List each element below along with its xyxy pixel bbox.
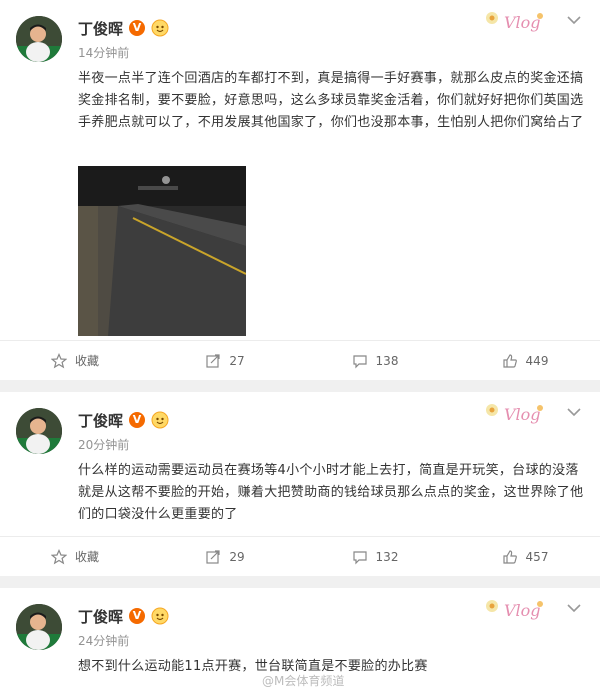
star-icon: [50, 352, 67, 368]
verified-icon: V: [129, 608, 146, 624]
name-row: 丁俊晖 V: [78, 604, 169, 628]
vlog-sticker-icon: Vlog: [486, 600, 543, 620]
like-button[interactable]: 457: [450, 549, 600, 565]
watermark-text: @M会体育频道: [262, 674, 345, 688]
repost-button[interactable]: 27: [150, 353, 300, 369]
comment-count: 132: [375, 549, 399, 564]
chevron-down-icon[interactable]: [566, 14, 582, 26]
post-actions: 收藏 29 132 457: [0, 536, 600, 576]
comment-button[interactable]: 138: [300, 353, 450, 369]
favorite-button[interactable]: 收藏: [0, 548, 150, 565]
fan-badge-icon: [151, 411, 169, 429]
watermark: @M会体育频道: [262, 672, 344, 689]
post-time: 20分钟前: [78, 438, 130, 452]
favorite-label: 收藏: [74, 354, 99, 368]
svg-text:Vlog: Vlog: [504, 13, 541, 32]
post-text: 什么样的运动需要运动员在赛场等4小个小时才能上去打，简直是开玩笑，台球的没落就是…: [78, 463, 584, 522]
comment-count: 138: [375, 353, 399, 368]
post-image[interactable]: [78, 166, 246, 336]
repost-count: 27: [229, 353, 245, 368]
name-row: 丁俊晖 V: [78, 408, 169, 432]
post-card: 丁俊晖 V 14分钟前 Vlog 半夜一点半了连个回酒店的车都打不到，真是搞得一…: [0, 0, 600, 380]
repost-count: 29: [229, 549, 245, 564]
like-icon: [502, 549, 517, 564]
svg-text:Vlog: Vlog: [504, 601, 541, 620]
vlog-sticker-icon: Vlog: [486, 404, 543, 424]
fan-badge-icon: [151, 19, 169, 37]
comment-button[interactable]: 132: [300, 549, 450, 565]
avatar[interactable]: [16, 604, 62, 650]
post-text: 半夜一点半了连个回酒店的车都打不到，真是搞得一手好赛事，就那么皮点的奖金还搞奖金…: [78, 71, 584, 130]
comment-icon: [352, 354, 367, 368]
like-count: 449: [525, 353, 549, 368]
post-actions: 收藏 27 138 449: [0, 340, 600, 380]
name-row: 丁俊晖 V: [78, 16, 169, 40]
username[interactable]: 丁俊晖: [78, 18, 123, 39]
svg-text:Vlog: Vlog: [504, 405, 541, 424]
repost-button[interactable]: 29: [150, 549, 300, 565]
avatar[interactable]: [16, 408, 62, 454]
fan-badge-icon: [151, 607, 169, 625]
chevron-down-icon[interactable]: [566, 602, 582, 614]
weibo-feed: 丁俊晖 V 14分钟前 Vlog 半夜一点半了连个回酒店的车都打不到，真是搞得一…: [0, 0, 600, 696]
username[interactable]: 丁俊晖: [78, 606, 123, 627]
post-time: 14分钟前: [78, 46, 130, 60]
post-time: 24分钟前: [78, 634, 130, 648]
like-icon: [502, 353, 517, 368]
verified-icon: V: [129, 412, 146, 428]
comment-icon: [352, 550, 367, 564]
like-count: 457: [525, 549, 549, 564]
repost-icon: [206, 549, 220, 564]
post-card: 丁俊晖 V 20分钟前 Vlog 什么样的运动需要运动员在赛场等4小个小时才能上…: [0, 392, 600, 576]
repost-icon: [206, 353, 220, 368]
verified-icon: V: [129, 20, 146, 36]
chevron-down-icon[interactable]: [566, 406, 582, 418]
vlog-sticker-icon: Vlog: [486, 12, 543, 32]
favorite-button[interactable]: 收藏: [0, 352, 150, 369]
avatar[interactable]: [16, 16, 62, 62]
like-button[interactable]: 449: [450, 353, 600, 369]
star-icon: [50, 548, 67, 564]
username[interactable]: 丁俊晖: [78, 410, 123, 431]
favorite-label: 收藏: [74, 550, 99, 564]
